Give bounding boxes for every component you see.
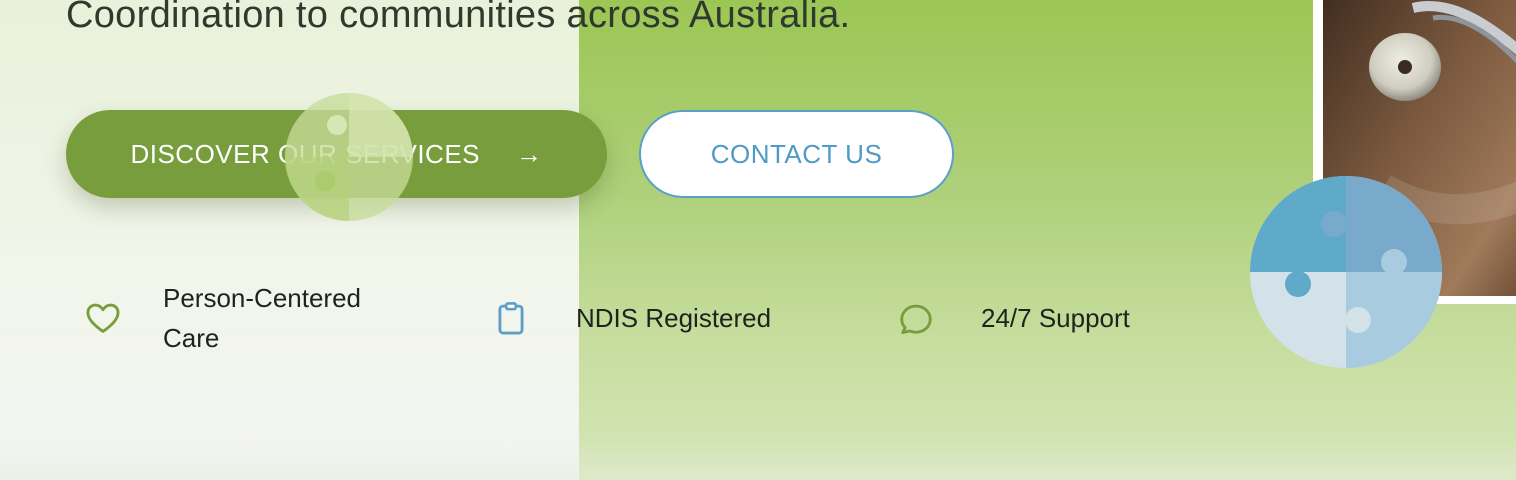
chat-bubble-icon	[900, 304, 932, 334]
clipboard-icon	[498, 302, 524, 335]
stethoscope-image	[1323, 0, 1516, 296]
contact-us-button[interactable]: CONTACT US	[639, 110, 954, 198]
feature-label: Person-Centered Care	[163, 283, 361, 353]
hero-subtitle: Coordination to communities across Austr…	[66, 0, 851, 36]
discover-services-button[interactable]: DISCOVER OUR SERVICES →	[66, 110, 607, 198]
feature-person-centered-care: Person-Centered Care	[84, 278, 423, 358]
discover-services-label: DISCOVER OUR SERVICES	[130, 138, 481, 169]
heart-icon	[86, 303, 120, 333]
feature-label: 24/7 Support	[981, 303, 1130, 333]
hero-photo	[1323, 0, 1516, 296]
contact-us-label: CONTACT US	[710, 138, 883, 169]
feature-24-7-support: 24/7 Support	[897, 298, 1130, 338]
hero-left-background	[0, 0, 579, 480]
hero-photo-frame	[1313, 0, 1516, 304]
feature-label: NDIS Registered	[576, 303, 772, 333]
section-bottom-shade	[0, 440, 1516, 480]
feature-ndis-registered: NDIS Registered	[492, 298, 771, 338]
arrow-right-icon: →	[516, 138, 543, 169]
